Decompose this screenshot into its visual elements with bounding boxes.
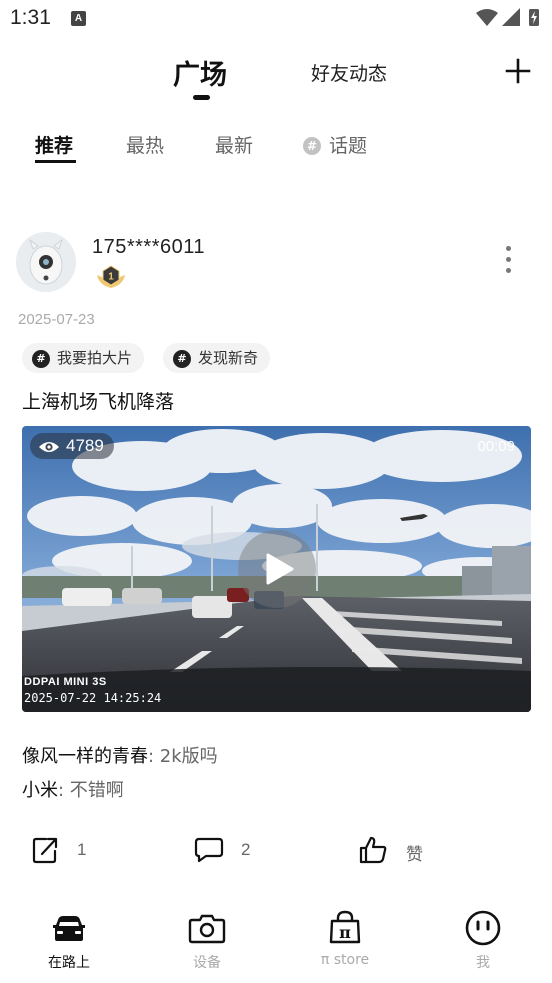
nav-label: 我 (476, 955, 490, 971)
status-icons (476, 8, 539, 26)
comment-separator: : (148, 746, 160, 767)
top-nav: 广场 好友动态 (0, 45, 552, 105)
post-actions: 1 2 赞 (0, 833, 552, 873)
status-bar: 1:31 A (0, 0, 552, 36)
level-badge-icon: 1 (97, 265, 125, 288)
nav-item-me[interactable]: 我 (433, 908, 533, 978)
subtab-latest[interactable]: 最新 (215, 131, 253, 158)
like-label: 赞 (406, 845, 423, 864)
comment-separator: : (58, 780, 70, 801)
video-watermark-timestamp: 2025-07-22 14:25:24 (24, 691, 162, 705)
wifi-icon (476, 9, 498, 26)
tab-friends-feed[interactable]: 好友动态 (311, 59, 387, 86)
username[interactable]: 175****6011 (92, 236, 205, 259)
subtab-underline (35, 160, 76, 163)
video-duration: 00:09 (477, 438, 515, 455)
video-player[interactable]: 4789 00:09 DDPAI MINI 3S 2025-07-22 14:2… (22, 426, 531, 712)
comment-text: 不错啊 (69, 780, 124, 801)
subtab-hottest[interactable]: 最热 (126, 131, 164, 158)
plus-icon[interactable] (504, 57, 532, 85)
hash-icon: # (32, 350, 50, 368)
level-number: 1 (108, 272, 114, 283)
avatar[interactable] (16, 232, 76, 292)
nav-item-on-the-road[interactable]: 在路上 (19, 908, 119, 978)
nav-label: 在路上 (48, 955, 90, 971)
sub-tabs: 推荐 最热 最新 # 话题 (0, 125, 552, 170)
play-button[interactable] (238, 530, 316, 608)
video-watermark-brand: DDPAI MINI 3S (24, 676, 107, 688)
view-count: 4789 (66, 436, 104, 455)
nav-label: π store (320, 952, 370, 968)
camera-icon (188, 914, 226, 944)
signal-icon (502, 8, 520, 26)
share-button[interactable]: 1 (31, 833, 111, 869)
notification-icon: A (71, 11, 86, 26)
comment-author: 像风一样的青春 (22, 746, 148, 767)
play-icon (266, 553, 294, 585)
tab-square[interactable]: 广场 (173, 53, 227, 92)
topic-tag[interactable]: # 我要拍大片 (22, 343, 145, 373)
bottom-nav: 在路上 设备 π π store 我 (0, 900, 552, 983)
topic-tag-label: 我要拍大片 (57, 349, 133, 367)
comment-count: 2 (241, 840, 251, 859)
post-title: 上海机场飞机降落 (22, 391, 175, 413)
eye-icon (39, 442, 59, 452)
post-date: 2025-07-23 (18, 311, 95, 328)
comment-icon (194, 837, 224, 863)
face-icon (465, 910, 501, 946)
comment-author: 小米 (22, 780, 58, 801)
topic-tag[interactable]: # 发现新奇 (163, 343, 271, 373)
tab-active-indicator (193, 95, 210, 100)
subtab-topics[interactable]: # 话题 (303, 131, 367, 158)
hash-icon: # (173, 350, 191, 368)
share-count: 1 (77, 840, 87, 859)
like-button[interactable]: 赞 (358, 833, 438, 869)
nav-label: 设备 (193, 955, 221, 971)
topic-tag-label: 发现新奇 (198, 349, 259, 367)
car-icon (53, 916, 85, 941)
nav-item-devices[interactable]: 设备 (157, 908, 257, 978)
more-options-icon[interactable] (500, 244, 516, 276)
thumbs-up-icon (359, 836, 387, 864)
status-time: 1:31 (10, 6, 51, 29)
store-bag-icon: π (329, 910, 361, 944)
subtab-topics-label: 话题 (329, 135, 368, 157)
view-count-pill: 4789 (30, 433, 114, 459)
svg-text:π: π (339, 923, 351, 942)
share-icon (32, 837, 58, 864)
subtab-recommended[interactable]: 推荐 (35, 131, 73, 158)
hash-circle-icon: # (303, 137, 321, 155)
nav-item-pi-store[interactable]: π π store (295, 908, 395, 978)
comment-button[interactable]: 2 (194, 833, 274, 869)
comment-text: 2k版吗 (159, 746, 218, 767)
comment-preview[interactable]: 像风一样的青春: 2k版吗 (22, 742, 218, 768)
robot-avatar-icon (16, 232, 76, 292)
comment-preview[interactable]: 小米: 不错啊 (22, 776, 124, 802)
